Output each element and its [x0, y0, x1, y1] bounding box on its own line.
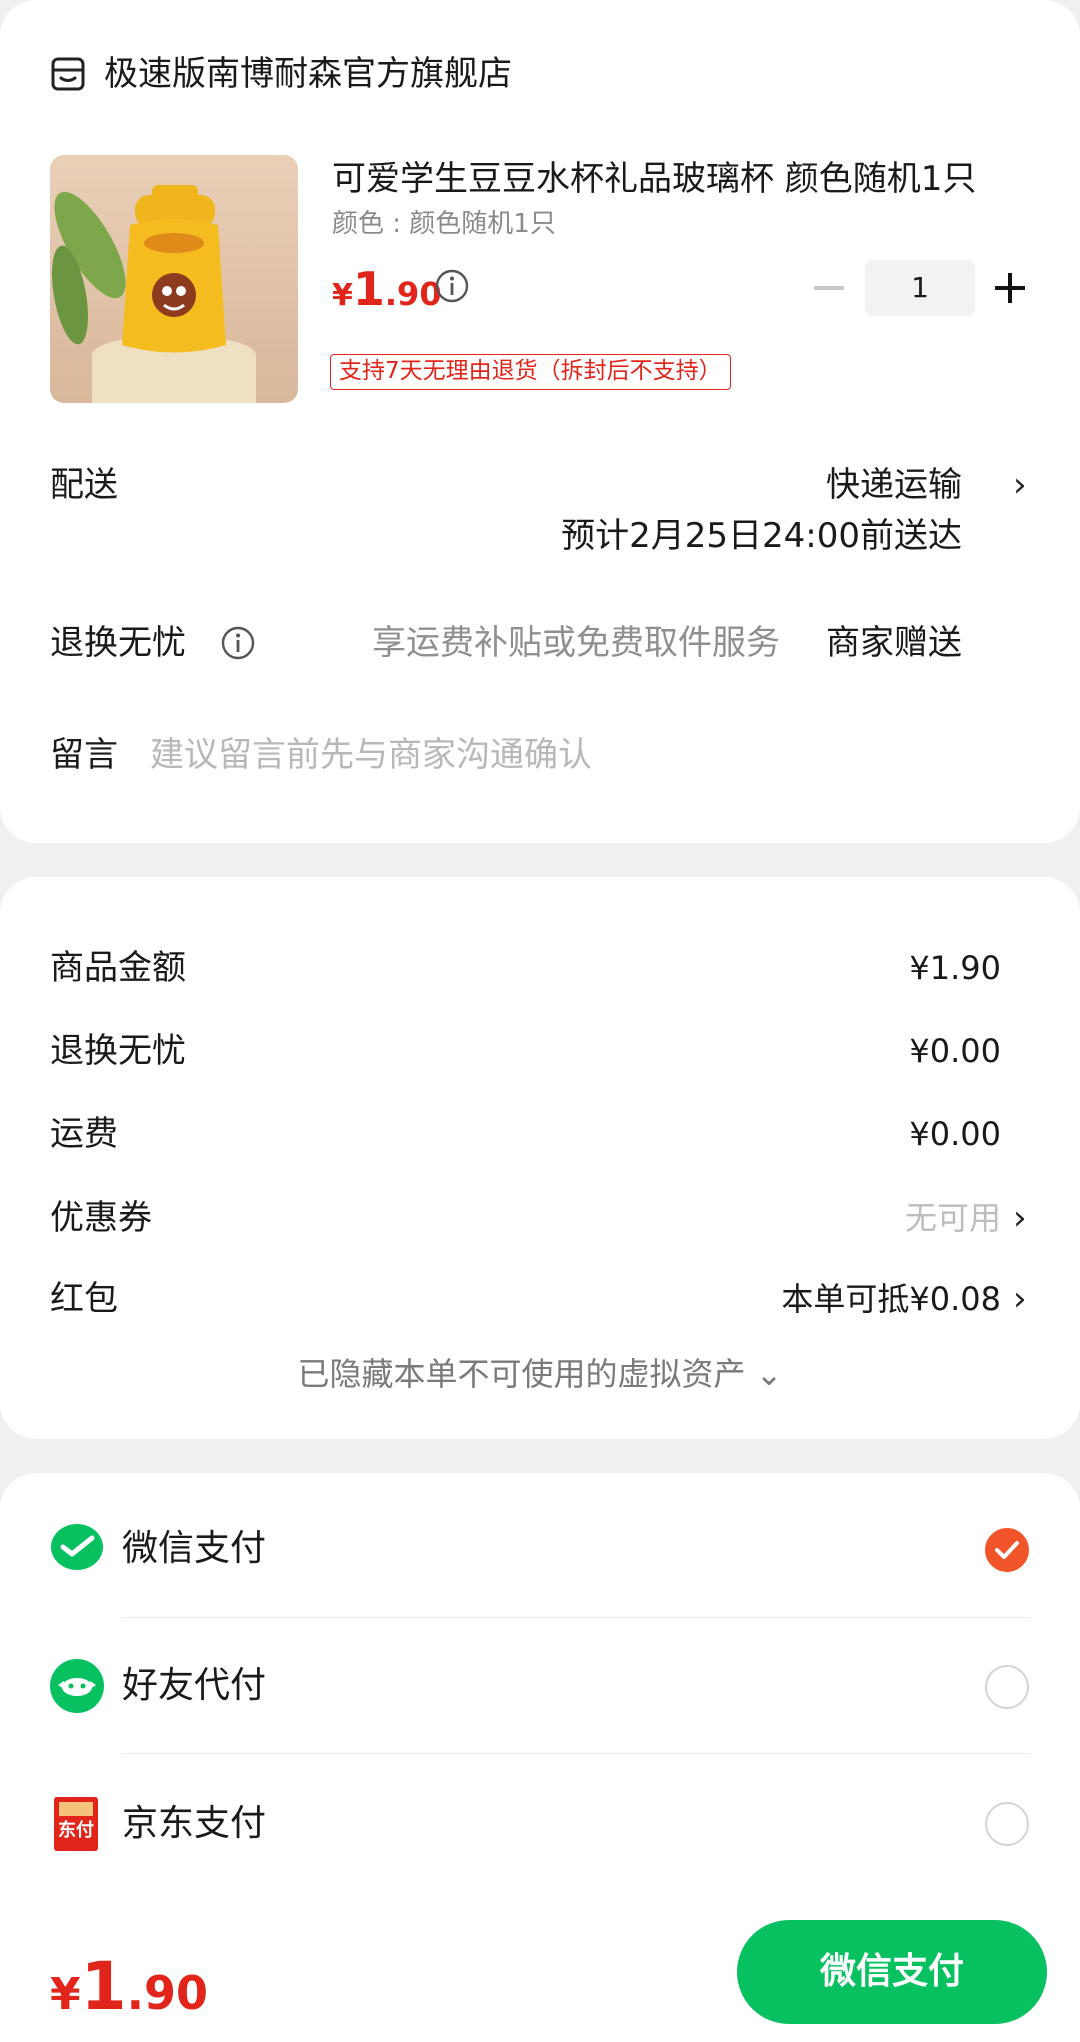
plus-icon[interactable]: [992, 268, 1028, 308]
message-label: 留言: [50, 735, 118, 775]
order-card: 极速版南博耐森官方旗舰店 可爱学生豆豆水杯礼品玻璃杯 颜色随机1只 颜色 : 颜…: [0, 0, 1080, 843]
divider: [122, 1617, 1030, 1618]
product-variant[interactable]: 颜色 : 颜色随机1只: [332, 205, 556, 243]
minus-icon[interactable]: [812, 266, 846, 310]
red-packet-label: 红包: [50, 1279, 118, 1319]
divider: [122, 1753, 1030, 1754]
payment-method-label[interactable]: 微信支付: [122, 1524, 266, 1574]
delivery-label: 配送: [50, 465, 118, 505]
payment-method-label[interactable]: 好友代付: [122, 1661, 266, 1711]
jd-pay-icon-text: 东付: [58, 1820, 94, 1841]
goods-amount-value: ¥1.90: [909, 949, 1001, 987]
product-title[interactable]: 可爱学生豆豆水杯礼品玻璃杯 颜色随机1只: [332, 155, 976, 203]
coupon-value[interactable]: 无可用: [905, 1194, 1001, 1242]
pay-button[interactable]: 微信支付: [737, 1920, 1047, 2024]
total-price: ¥1.90: [50, 1948, 208, 2025]
worry-free-fee-value: ¥0.00: [909, 1032, 1001, 1070]
worry-free-label: 退换无忧: [50, 623, 186, 663]
total-integer: 1: [80, 1948, 127, 2025]
price-integer: 1: [352, 262, 385, 316]
radio-unselected-icon[interactable]: [985, 1665, 1029, 1709]
shipping-fee-value: ¥0.00: [909, 1115, 1001, 1153]
return-policy-badge: 支持7天无理由退货（拆封后不支持）: [330, 354, 731, 390]
quantity-input[interactable]: 1: [865, 260, 975, 316]
worry-free-gift: 商家赠送: [826, 623, 962, 663]
wechat-pay-icon: [51, 1524, 103, 1570]
red-packet-value[interactable]: 本单可抵¥0.08: [781, 1275, 1001, 1323]
delivery-method[interactable]: 快递运输: [826, 461, 962, 509]
chevron-right-icon[interactable]: ›: [1013, 1194, 1027, 1242]
chevron-right-icon[interactable]: ›: [1013, 461, 1027, 509]
jd-pay-icon: 东付: [54, 1797, 98, 1851]
total-decimal: .90: [126, 1966, 209, 2020]
store-name[interactable]: 极速版南博耐森官方旗舰店: [104, 50, 512, 98]
product-price: ¥1.90: [332, 262, 442, 316]
price-currency: ¥: [332, 278, 353, 313]
worry-free-service: 享运费补贴或免费取件服务: [372, 623, 780, 663]
radio-selected-icon[interactable]: [985, 1528, 1029, 1572]
goods-amount-label: 商品金额: [50, 948, 186, 988]
worry-free-fee-label: 退换无忧: [50, 1031, 186, 1071]
hidden-assets-toggle[interactable]: 已隐藏本单不可使用的虚拟资产 ⌄: [0, 1350, 1080, 1398]
info-icon[interactable]: [434, 268, 470, 304]
friend-pay-icon: [50, 1659, 104, 1713]
radio-unselected-icon[interactable]: [985, 1802, 1029, 1846]
chevron-right-icon[interactable]: ›: [1013, 1275, 1027, 1323]
info-icon[interactable]: [220, 625, 256, 661]
delivery-eta: 预计2月25日24:00前送达: [561, 516, 962, 556]
shipping-fee-label: 运费: [50, 1114, 118, 1154]
product-image[interactable]: [50, 155, 298, 403]
coupon-label: 优惠券: [50, 1198, 152, 1238]
store-icon: [51, 57, 85, 91]
message-input[interactable]: [150, 728, 1010, 782]
total-currency: ¥: [50, 1969, 81, 2020]
payment-method-label[interactable]: 京东支付: [122, 1799, 266, 1849]
